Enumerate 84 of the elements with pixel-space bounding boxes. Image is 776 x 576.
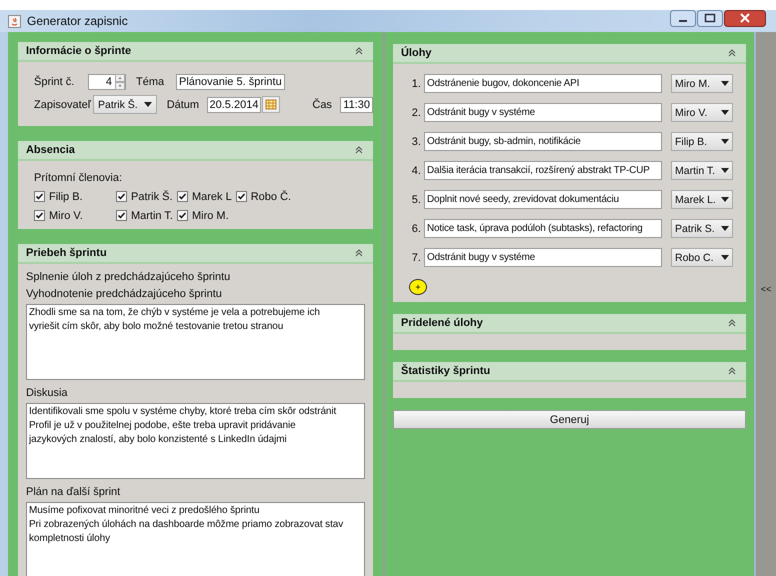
- member-name[interactable]: Miro V.: [48, 210, 83, 222]
- member-name[interactable]: Martin T.: [130, 210, 173, 222]
- assignee-dropdown[interactable]: Filip B.: [670, 132, 733, 151]
- text-area[interactable]: Identifikovali sme spolu v systéme chyby, ktoré treba cím skôr odstránit Profil je už v použitelnej podobe, ešte treba upravit pridávanie jazykových znalostí, aby bolo konzistenté s LinkedIn údajmi: [26, 403, 365, 479]
- assignee-dropdown[interactable]: Martin T.: [670, 161, 733, 180]
- add-task-button[interactable]: +: [408, 279, 427, 295]
- task-field[interactable]: Notice task, úprava podúloh (subtasks), refactoring: [424, 219, 662, 238]
- field-label: Čas: [312, 98, 333, 110]
- members-label: Prítomní členovia:: [34, 171, 124, 185]
- caret-icon[interactable]: [720, 81, 729, 86]
- caret-icon[interactable]: [720, 168, 729, 173]
- minimize-icon[interactable]: [670, 10, 696, 27]
- text-area[interactable]: Zhodli sme sa na tom, že chýb v systéme je vela a potrebujeme ich vyriešit cím skôr, aby bolo možné testovanie tretou stranou: [26, 304, 365, 380]
- field-label: Zapisovateľ: [34, 98, 91, 110]
- task-field[interactable]: Doplnit nové seedy, zrevidovat dokumentáciu: [424, 190, 662, 209]
- section-title: Absencia: [26, 144, 75, 156]
- task-field[interactable]: Odstránit bugy v systéme: [424, 103, 662, 122]
- topic-field[interactable]: Plánovanie 5. šprintu: [176, 74, 285, 90]
- section-subtitle: Splnenie úloh z predchádzajúceho šprintu: [26, 270, 232, 284]
- maximize-icon[interactable]: [697, 10, 723, 27]
- task-field[interactable]: Odstránit bugy v systéme: [424, 248, 662, 267]
- text-area[interactable]: Musíme pofixovat minoritné veci z predošlého šprintu Pri zobrazených úlohách na dashboarde môžme priamo zobrazovat stav kompletnosti úlohy: [26, 502, 365, 576]
- section-title: Priebeh šprintu: [26, 247, 107, 259]
- calendar-icon[interactable]: [262, 96, 280, 113]
- member-name[interactable]: Miro M.: [192, 210, 229, 222]
- field-label: Šprint č.: [34, 76, 76, 88]
- collapse-icon[interactable]: [728, 49, 736, 57]
- task-field[interactable]: Odstránit bugy, sb-admin, notifikácie: [424, 132, 662, 151]
- task-number: 7.: [410, 252, 421, 264]
- task-number: 3.: [410, 136, 421, 148]
- spin-up-icon[interactable]: [114, 74, 125, 82]
- collapse-icon[interactable]: [728, 367, 736, 375]
- field-label: Diskusia: [26, 386, 69, 400]
- field-label: Téma: [136, 76, 166, 88]
- caret-icon[interactable]: [720, 110, 729, 115]
- task-number: 6.: [410, 222, 421, 234]
- caret-icon[interactable]: [720, 255, 729, 260]
- caret-icon[interactable]: [720, 139, 729, 144]
- member-name[interactable]: Marek L: [192, 190, 232, 202]
- task-number: 5.: [410, 194, 421, 206]
- side-toggle[interactable]: <<: [760, 284, 772, 294]
- checkbox[interactable]: [236, 191, 247, 202]
- section-title: Pridelené úlohy: [400, 317, 483, 329]
- checkbox[interactable]: [116, 210, 127, 221]
- assignee-dropdown[interactable]: Robo C.: [670, 248, 733, 267]
- checkbox[interactable]: [116, 191, 127, 202]
- task-field[interactable]: Dalšia iterácia transakcií, rozšírený abstrakt TP-CUP: [424, 161, 662, 180]
- assignee-dropdown[interactable]: Marek L.: [670, 190, 733, 209]
- app-icon: [8, 14, 21, 28]
- collapse-icon[interactable]: [354, 146, 363, 154]
- number-spinner[interactable]: 4: [88, 74, 126, 90]
- member-name[interactable]: Patrik Š.: [130, 190, 173, 202]
- generate-button[interactable]: Generuj: [392, 410, 746, 429]
- section-title: Úlohy: [400, 47, 432, 59]
- field-label: Plán na ďalší šprint: [26, 485, 122, 499]
- checkbox[interactable]: [34, 210, 45, 221]
- caret-icon[interactable]: [144, 102, 152, 107]
- field-label: Dátum: [166, 98, 200, 110]
- field-label: Vyhodnotenie predchádzajúceho šprintu: [26, 287, 223, 301]
- assignee-dropdown[interactable]: Patrik S.: [670, 219, 733, 238]
- checkbox[interactable]: [176, 210, 188, 221]
- task-field[interactable]: Odstránenie bugov, dokoncenie API: [424, 74, 662, 93]
- section-title: Informácie o šprinte: [26, 45, 132, 57]
- member-name[interactable]: Robo Č.: [250, 190, 292, 202]
- close-icon[interactable]: [724, 10, 766, 27]
- writer-dropdown[interactable]: Patrik Š.: [93, 95, 157, 114]
- assignee-dropdown[interactable]: Miro V.: [670, 103, 733, 122]
- task-number: 4.: [410, 164, 421, 176]
- checkbox[interactable]: [176, 191, 188, 202]
- collapse-icon[interactable]: [728, 319, 736, 327]
- collapse-icon[interactable]: [354, 47, 363, 55]
- window-title: Generator zapisnic: [27, 14, 128, 28]
- task-number: 1.: [410, 78, 421, 90]
- checkbox[interactable]: [34, 191, 45, 202]
- task-number: 2.: [410, 106, 421, 118]
- assignee-dropdown[interactable]: Miro M.: [670, 74, 733, 93]
- time-field[interactable]: 11:30: [340, 96, 373, 112]
- section-title: Štatistiky šprintu: [400, 365, 490, 377]
- caret-icon[interactable]: [720, 197, 729, 202]
- collapse-icon[interactable]: [354, 249, 363, 257]
- date-field[interactable]: 20.5.2014: [206, 96, 262, 112]
- caret-icon[interactable]: [720, 226, 729, 231]
- member-name[interactable]: Filip B.: [48, 190, 83, 202]
- spin-down-icon[interactable]: [114, 82, 125, 90]
